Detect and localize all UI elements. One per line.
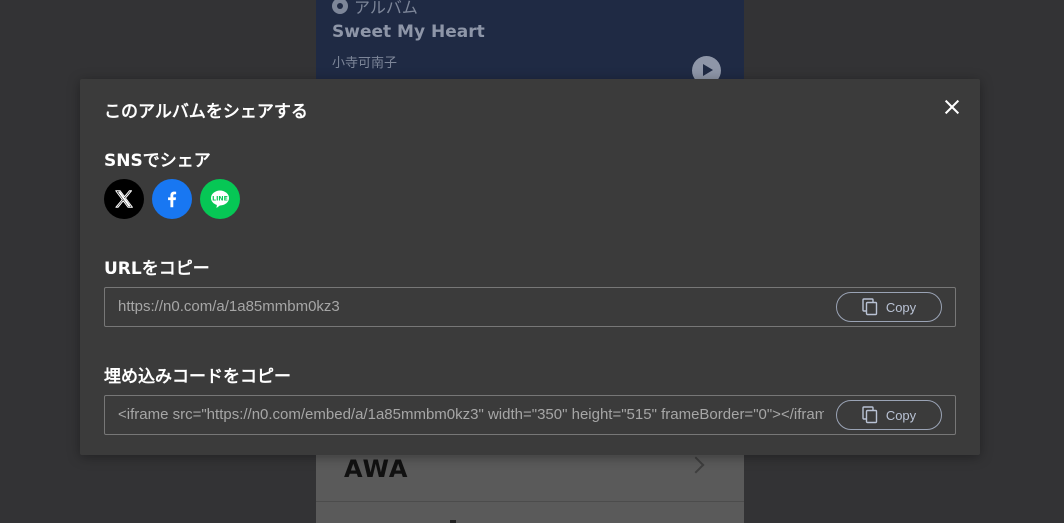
album-header: アルバム Sweet My Heart 小寺可南子 (316, 0, 744, 85)
url-heading: URLをコピー (104, 259, 210, 279)
line-share-button[interactable]: LINE (200, 179, 240, 219)
album-type: アルバム (332, 0, 418, 18)
x-share-button[interactable] (104, 179, 144, 219)
modal-title: このアルバムをシェアする (104, 102, 308, 122)
copy-icon (862, 406, 878, 424)
close-icon[interactable] (942, 97, 962, 117)
copy-url-button[interactable]: Copy (836, 292, 942, 322)
url-value[interactable]: https://n0.com/a/1a85mmbm0kz3 (118, 298, 824, 315)
embed-field[interactable]: <iframe src="https://n0.com/embed/a/1a85… (104, 395, 956, 435)
album-type-label: アルバム (354, 0, 418, 17)
sns-heading: SNSでシェア (104, 151, 211, 171)
line-icon: LINE (211, 190, 229, 208)
chevron-right-icon (687, 456, 705, 474)
album-title: Sweet My Heart (332, 22, 485, 42)
share-modal: このアルバムをシェアする SNSでシェア LINE URLをコピー https:… (80, 79, 980, 455)
copy-url-label: Copy (885, 299, 917, 315)
copy-embed-label: Copy (885, 407, 917, 423)
facebook-icon (168, 191, 177, 208)
embed-value[interactable]: <iframe src="https://n0.com/embed/a/1a85… (118, 406, 824, 423)
service-row[interactable] (316, 502, 744, 523)
disc-icon (332, 0, 348, 14)
copy-embed-button[interactable]: Copy (836, 400, 942, 430)
awa-link-row[interactable]: AWA (316, 455, 744, 502)
facebook-share-button[interactable] (152, 179, 192, 219)
awa-logo: AWA (344, 455, 409, 483)
sns-buttons: LINE (104, 179, 240, 219)
line-icon-text: LINE (212, 195, 228, 202)
copy-icon (862, 298, 878, 316)
album-artist: 小寺可南子 (332, 56, 398, 71)
embed-heading: 埋め込みコードをコピー (104, 367, 291, 387)
url-field[interactable]: https://n0.com/a/1a85mmbm0kz3 Copy (104, 287, 956, 327)
x-icon (115, 190, 133, 208)
